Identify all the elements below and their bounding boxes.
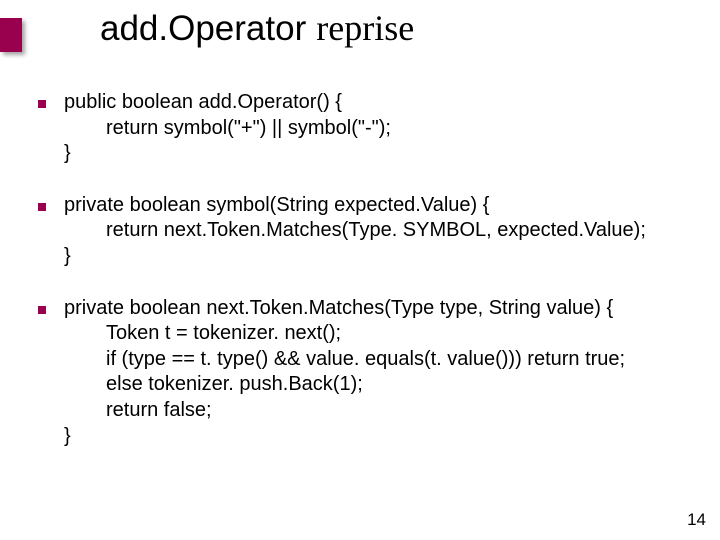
title-part2: reprise [316,8,414,48]
code-line: return next.Token.Matches(Type. SYMBOL, … [38,218,690,244]
code-line: if (type == t. type() && value. equals(t… [38,347,690,373]
title-part1: add.Operator [100,9,306,48]
bullet-icon [38,100,46,108]
code-block: private boolean symbol(String expected.V… [38,193,690,270]
code-block: private boolean next.Token.Matches(Type … [38,296,690,450]
accent-bar [0,18,22,52]
code-line: return symbol("+") || symbol("-"); [38,116,690,142]
code-line: Token t = tokenizer. next(); [38,321,690,347]
slide: add.Operator reprise public boolean add.… [0,0,720,540]
code-signature: private boolean symbol(String expected.V… [64,193,690,219]
page-number: 14 [687,510,706,530]
slide-body: public boolean add.Operator() { return s… [38,90,690,475]
slide-title: add.Operator reprise [100,8,414,49]
code-signature: public boolean add.Operator() { [64,90,690,116]
code-line: else tokenizer. push.Back(1); [38,372,690,398]
bullet-icon [38,203,46,211]
code-block: public boolean add.Operator() { return s… [38,90,690,167]
code-close: } [38,141,690,167]
bullet-icon [38,306,46,314]
code-close: } [38,424,690,450]
code-close: } [38,244,690,270]
code-line: return false; [38,398,690,424]
code-signature: private boolean next.Token.Matches(Type … [64,296,690,322]
